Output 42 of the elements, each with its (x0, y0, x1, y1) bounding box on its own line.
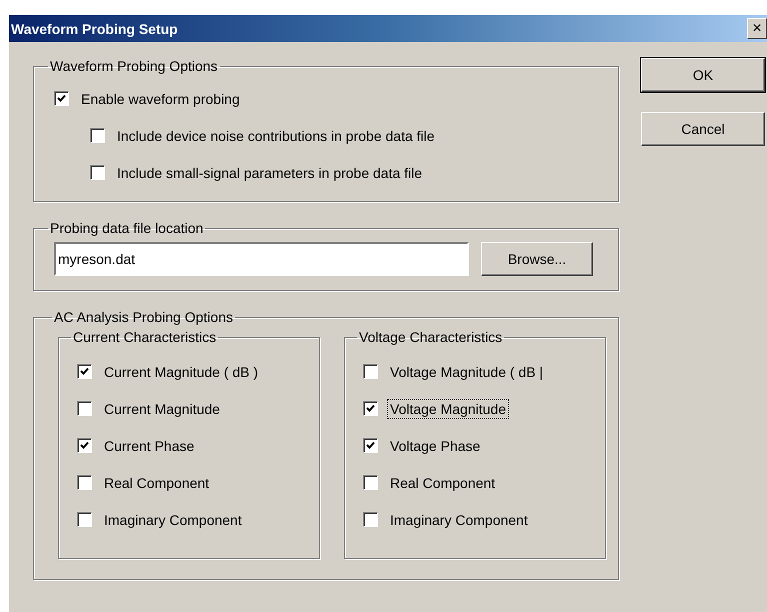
check-icon (366, 404, 375, 413)
group-title: Voltage Characteristics (358, 329, 504, 345)
group-title: AC Analysis Probing Options (53, 309, 234, 325)
browse-button[interactable]: Browse... (481, 242, 593, 276)
checkbox[interactable] (363, 401, 378, 416)
checkbox-label: Enable waveform probing (80, 90, 241, 108)
checkbox[interactable] (54, 91, 69, 106)
group-title: Waveform Probing Options (49, 58, 219, 74)
checkbox-label: Real Component (103, 474, 210, 492)
checkbox[interactable] (77, 401, 92, 416)
checkbox[interactable] (363, 475, 378, 490)
checkbox-label: Current Phase (103, 436, 196, 454)
checkbox-label: Voltage Phase (389, 436, 482, 454)
checkbox[interactable] (77, 438, 92, 453)
checkbox-label: Imaginary Component (389, 510, 529, 528)
checkbox[interactable] (363, 438, 378, 453)
checkbox-label: Include device noise contributions in probe data file (116, 126, 436, 144)
check-icon (80, 367, 89, 376)
checkbox-label: Real Component (389, 474, 496, 492)
group-title: Probing data file location (49, 220, 204, 236)
checkbox-label: Current Magnitude ( dB ) (103, 362, 260, 380)
checkbox-label: Include small-signal parameters in probe data file (116, 164, 424, 182)
checkbox[interactable] (363, 512, 378, 527)
checkbox[interactable] (363, 364, 378, 379)
checkbox[interactable] (77, 475, 92, 490)
close-button[interactable]: × (747, 18, 767, 39)
checkbox-label: Voltage Magnitude (388, 400, 508, 418)
cancel-button[interactable]: Cancel (641, 112, 765, 146)
window-title: Waveform Probing Setup (11, 20, 178, 36)
check-icon (366, 441, 375, 450)
checkbox-label: Imaginary Component (103, 510, 243, 528)
checkbox[interactable] (77, 512, 92, 527)
checkbox[interactable] (90, 128, 105, 143)
group-title: Current Characteristics (72, 329, 218, 345)
check-icon (80, 441, 89, 450)
ok-button[interactable]: OK (641, 58, 765, 92)
checkbox[interactable] (90, 165, 105, 180)
file-path-field[interactable]: myreson.dat (54, 242, 469, 276)
checkbox[interactable] (77, 364, 92, 379)
check-icon (57, 94, 66, 103)
checkbox-label: Current Magnitude (103, 400, 221, 418)
checkbox-label: Voltage Magnitude ( dB | (389, 362, 544, 380)
